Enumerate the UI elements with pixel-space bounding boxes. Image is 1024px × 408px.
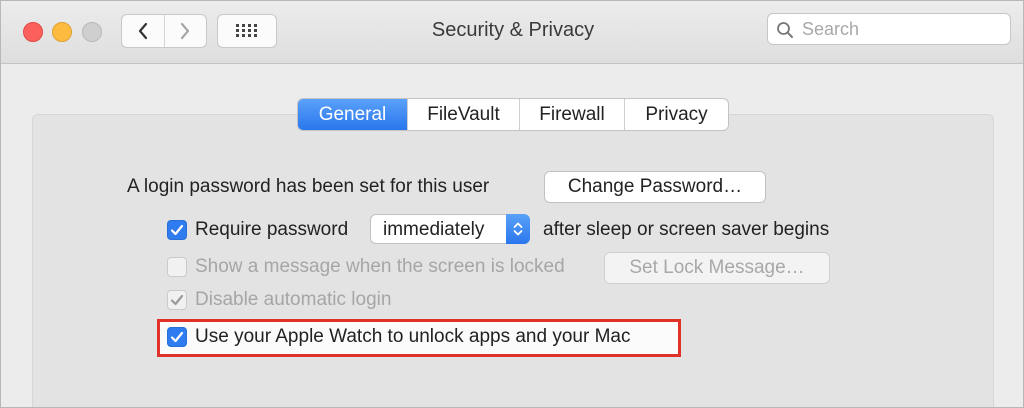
- tab-bar: General FileVault Firewall Privacy: [297, 98, 729, 131]
- navigation-buttons: [121, 14, 207, 48]
- close-window-button[interactable]: [23, 22, 43, 42]
- search-icon: [777, 22, 793, 38]
- checkmark-icon: [170, 331, 184, 343]
- minimize-window-button[interactable]: [52, 22, 72, 42]
- search-field[interactable]: [767, 13, 1011, 45]
- require-password-label: Require password: [195, 219, 349, 240]
- checkmark-icon: [170, 224, 184, 236]
- tab-general[interactable]: General: [298, 99, 407, 130]
- login-password-text: A login password has been set for this u…: [127, 176, 490, 197]
- tab-privacy[interactable]: Privacy: [624, 99, 728, 130]
- password-delay-value: immediately: [383, 219, 485, 240]
- apple-watch-unlock-checkbox[interactable]: [167, 327, 187, 347]
- require-password-checkbox[interactable]: [167, 220, 187, 240]
- search-input[interactable]: [802, 18, 1002, 40]
- forward-button[interactable]: [163, 15, 207, 47]
- titlebar: Security & Privacy: [1, 1, 1023, 64]
- disable-automatic-login-checkbox: [167, 290, 187, 310]
- window-title: Security & Privacy: [431, 19, 595, 41]
- show-message-checkbox: [167, 257, 187, 277]
- tab-firewall[interactable]: Firewall: [519, 99, 624, 130]
- chevron-right-icon: [181, 22, 190, 40]
- set-lock-message-button: Set Lock Message…: [604, 252, 830, 284]
- chevron-left-icon: [138, 22, 147, 40]
- popup-arrows-icon: [506, 214, 530, 244]
- tab-filevault[interactable]: FileVault: [407, 99, 519, 130]
- zoom-window-button: [82, 22, 102, 42]
- change-password-button[interactable]: Change Password…: [544, 171, 766, 203]
- show-all-button[interactable]: [217, 14, 277, 48]
- back-button[interactable]: [122, 15, 164, 47]
- password-delay-popup[interactable]: immediately: [370, 214, 530, 244]
- apple-watch-unlock-label: Use your Apple Watch to unlock apps and …: [195, 326, 631, 347]
- checkmark-icon: [170, 294, 184, 306]
- show-message-label: Show a message when the screen is locked: [195, 256, 565, 277]
- after-sleep-label: after sleep or screen saver begins: [543, 219, 830, 240]
- window: Security & Privacy General FileVault Fir…: [0, 0, 1024, 408]
- grid-icon: [236, 24, 257, 37]
- disable-automatic-login-label: Disable automatic login: [195, 289, 392, 310]
